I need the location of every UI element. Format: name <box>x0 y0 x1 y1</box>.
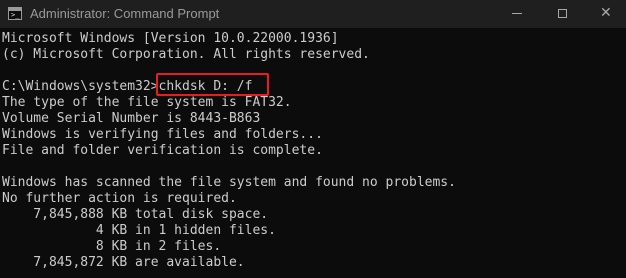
console-line: No further action is required. <box>2 191 237 206</box>
command-highlight-box <box>156 73 269 96</box>
window-title: Administrator: Command Prompt <box>30 6 220 21</box>
console-line: File and folder verification is complete… <box>2 143 323 158</box>
minimize-button[interactable] <box>494 0 540 28</box>
minimize-icon <box>512 13 522 14</box>
console-line: Windows has scanned the file system and … <box>2 175 456 190</box>
cmd-icon: >_ <box>8 7 22 20</box>
console-line: 8 KB in 2 files. <box>2 239 222 254</box>
console-line: 4 KB in 1 hidden files. <box>2 223 276 238</box>
title-bar[interactable]: >_ Administrator: Command Prompt ✕ <box>0 0 626 28</box>
close-icon: ✕ <box>600 5 612 21</box>
console-line: The type of the file system is FAT32. <box>2 95 292 110</box>
close-button[interactable]: ✕ <box>583 0 626 28</box>
console-line: 7,845,888 KB total disk space. <box>2 207 269 222</box>
console-line: Volume Serial Number is 8443-B863 <box>2 111 261 126</box>
console-line: 7,845,872 KB are available. <box>2 255 245 270</box>
console-line: Microsoft Windows [Version 10.0.22000.19… <box>2 31 339 46</box>
maximize-icon <box>558 9 567 18</box>
maximize-button[interactable] <box>540 0 586 28</box>
command-prompt-window: >_ Administrator: Command Prompt ✕ Micro… <box>0 0 626 278</box>
console-line: Windows is verifying files and folders..… <box>2 127 323 142</box>
console-output[interactable]: Microsoft Windows [Version 10.0.22000.19… <box>0 28 626 278</box>
console-line: (c) Microsoft Corporation. All rights re… <box>2 47 370 62</box>
